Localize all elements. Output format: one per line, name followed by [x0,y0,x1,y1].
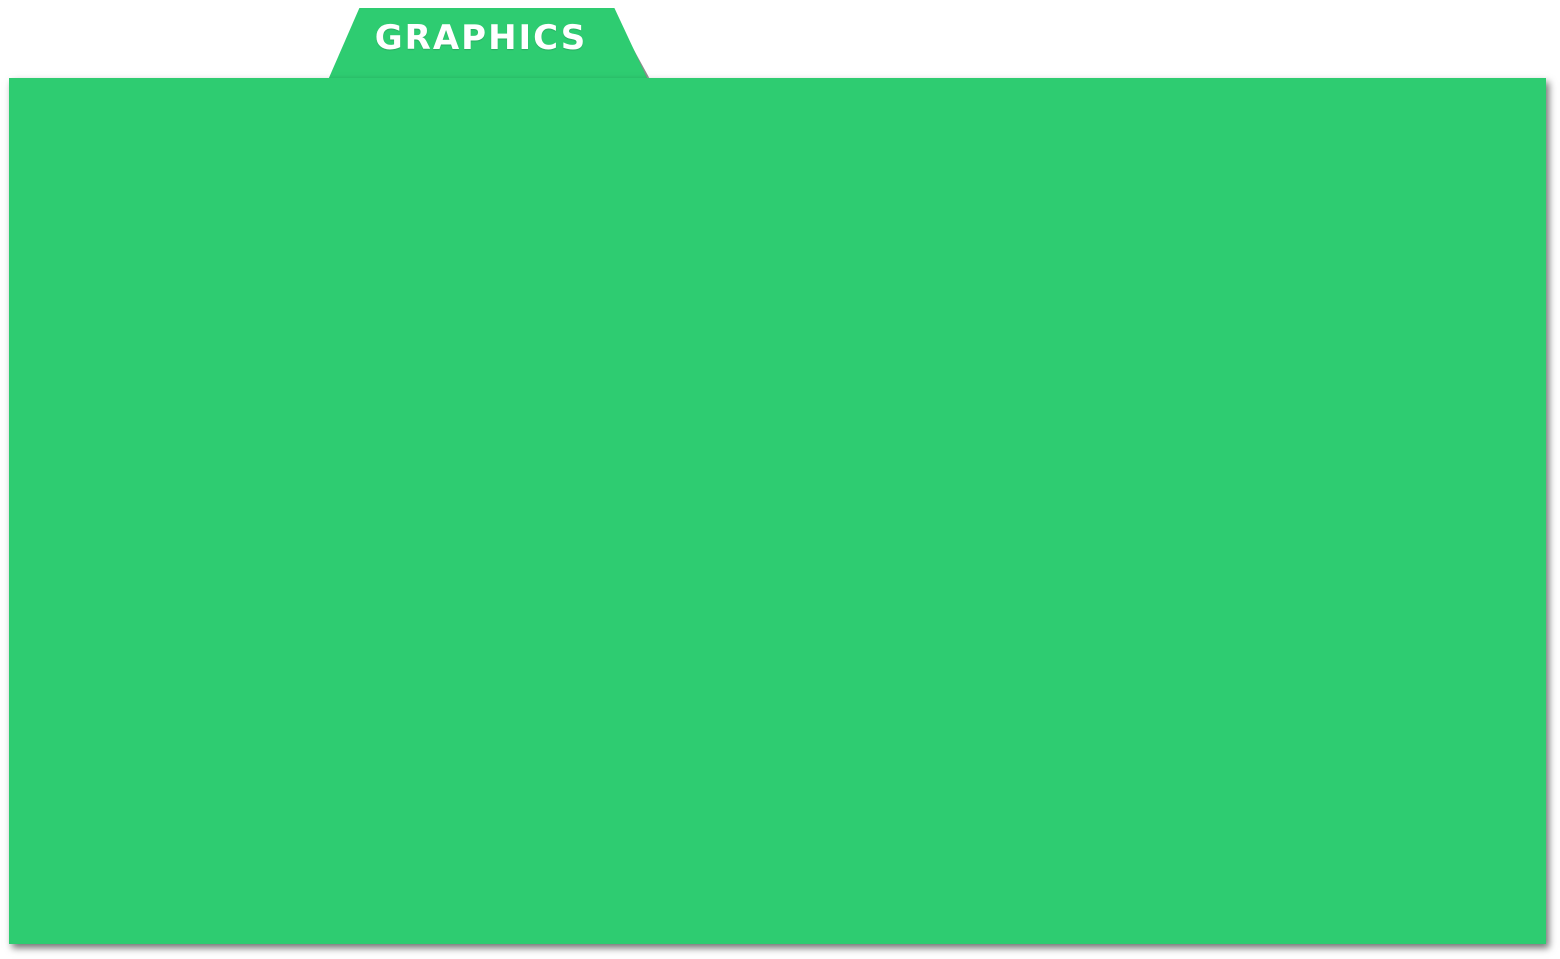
tab-graphics[interactable]: GRAPHICS [328,8,648,80]
tab-graphics-label: GRAPHICS [374,18,588,58]
folder-content-panel [9,78,1546,944]
graphics-folder-view: GRAPHICS [0,0,1560,959]
